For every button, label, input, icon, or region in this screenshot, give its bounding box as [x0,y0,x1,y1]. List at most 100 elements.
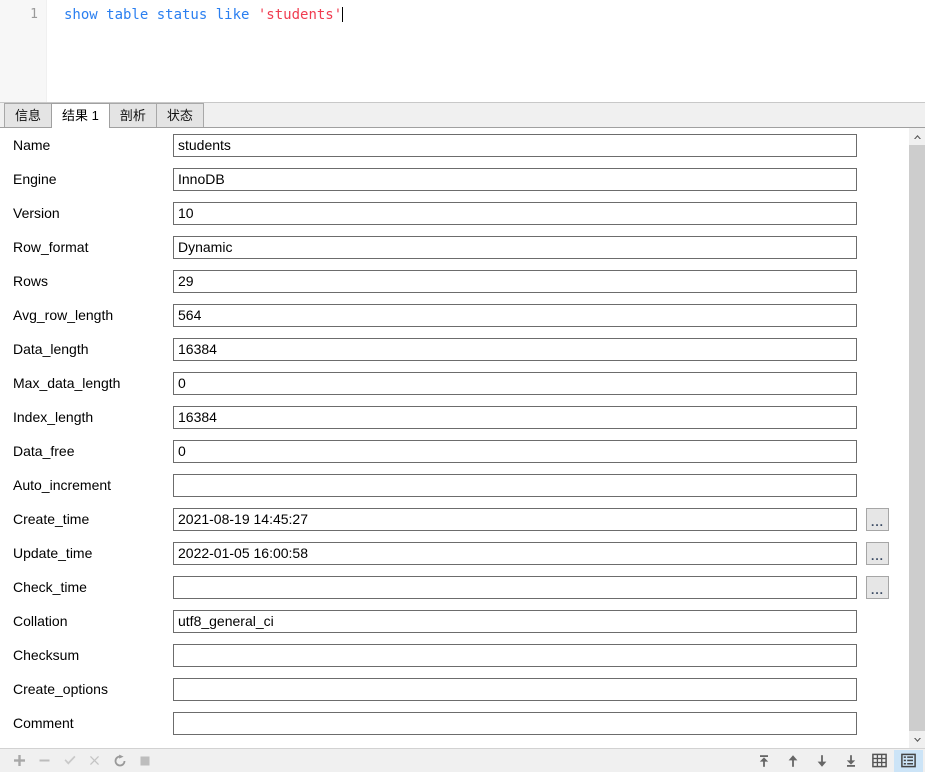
record-edit-buttons [0,750,157,772]
check-time-ellipsis-button[interactable]: ... [866,575,889,599]
field-label-max-data-length: Max_data_length [13,375,121,391]
field-value-rows[interactable]: 29 [173,269,857,293]
record-toolbar [0,748,925,772]
prev-record-button[interactable] [778,750,807,772]
vertical-scrollbar[interactable] [908,128,925,748]
form-view-container: Name students Engine InnoDB Version 10 R… [0,128,925,748]
tab-info[interactable]: 信息 [4,103,53,127]
editor-gutter: 1 [0,0,47,102]
field-value-index-length[interactable]: 16384 [173,405,857,429]
chevron-down-icon [914,737,921,742]
form-row-data-free: Data_free 0 [0,434,908,468]
field-label-create-options: Create_options [13,681,108,697]
field-value-row-format[interactable]: Dynamic [173,235,857,259]
chevron-up-icon [914,134,921,139]
scroll-up-button[interactable] [909,128,925,145]
form-row-check-time: Check_time ... [0,570,908,604]
field-value-check-time[interactable] [173,575,857,599]
ellipsis-icon: ... [870,515,884,529]
field-value-auto-increment[interactable] [173,473,857,497]
first-record-button[interactable] [749,750,778,772]
field-value-comment[interactable] [173,711,857,735]
next-record-button[interactable] [807,750,836,772]
scrollbar-track[interactable] [909,145,925,731]
cancel-change-button[interactable] [82,750,107,772]
form-row-collation: Collation utf8_general_ci [0,604,908,638]
line-number: 1 [30,7,38,22]
scroll-down-button[interactable] [909,731,925,748]
field-label-row-format: Row_format [13,239,89,255]
form-row-row-format: Row_format Dynamic [0,230,908,264]
sql-code-line[interactable]: show table status like 'students' [64,6,344,24]
field-label-index-length: Index_length [13,409,94,425]
cross-icon [90,756,99,765]
form-row-index-length: Index_length 16384 [0,400,908,434]
tab-profile[interactable]: 剖析 [108,103,157,127]
form-row-create-options: Create_options [0,672,908,706]
field-label-comment: Comment [13,715,74,731]
form-row-comment: Comment [0,706,908,740]
form-row-rows: Rows 29 [0,264,908,298]
field-value-avg-row-length[interactable]: 564 [173,303,857,327]
result-tab-bar[interactable]: 信息 结果 1 剖析 状态 [0,103,925,128]
scrollbar-thumb[interactable] [909,145,925,731]
minus-icon [39,759,50,762]
field-label-checksum: Checksum [13,647,80,663]
record-navigation-buttons [749,749,925,772]
ellipsis-icon: ... [870,549,884,563]
field-label-engine: Engine [13,171,57,187]
add-record-button[interactable] [7,750,32,772]
form-row-avg-row-length: Avg_row_length 564 [0,298,908,332]
last-record-button[interactable] [836,750,865,772]
update-time-ellipsis-button[interactable]: ... [866,541,889,565]
field-label-data-free: Data_free [13,443,75,459]
stop-icon [140,756,149,765]
field-value-engine[interactable]: InnoDB [173,167,857,191]
form-row-create-time: Create_time 2021-08-19 14:45:27 ... [0,502,908,536]
tab-status[interactable]: 状态 [155,103,204,127]
field-value-collation[interactable]: utf8_general_ci [173,609,857,633]
field-label-rows: Rows [13,273,49,289]
tab-result-1[interactable]: 结果 1 [51,103,110,128]
field-label-create-time: Create_time [13,511,90,527]
field-value-data-free[interactable]: 0 [173,439,857,463]
text-caret [342,7,344,22]
sql-editor[interactable]: 1 show table status like 'students' [0,0,925,103]
field-value-create-time[interactable]: 2021-08-19 14:45:27 [173,507,857,531]
grid-view-button[interactable] [865,750,894,772]
delete-record-button[interactable] [32,750,57,772]
first-record-icon [759,754,768,767]
arrow-down-icon [817,754,826,767]
last-record-icon [846,754,855,767]
sql-keyword-span: show table status like [64,7,258,23]
grid-icon [872,753,887,768]
field-value-version[interactable]: 10 [173,201,857,225]
create-time-ellipsis-button[interactable]: ... [866,507,889,531]
navicat-result-panel: 1 show table status like 'students' 信息 结… [0,0,925,772]
field-value-checksum[interactable] [173,643,857,667]
field-label-name: Name [13,137,51,153]
refresh-button[interactable] [107,750,132,772]
form-field-list: Name students Engine InnoDB Version 10 R… [0,128,908,748]
field-label-check-time: Check_time [13,579,87,595]
field-value-max-data-length[interactable]: 0 [173,371,857,395]
field-label-avg-row-length: Avg_row_length [13,307,114,323]
field-value-update-time[interactable]: 2022-01-05 16:00:58 [173,541,857,565]
form-row-update-time: Update_time 2022-01-05 16:00:58 ... [0,536,908,570]
form-view-button[interactable] [894,749,923,772]
form-icon [901,753,916,768]
field-value-data-length[interactable]: 16384 [173,337,857,361]
form-row-version: Version 10 [0,196,908,230]
field-value-create-options[interactable] [173,677,857,701]
sql-string-span: 'students' [257,7,343,23]
field-label-version: Version [13,205,60,221]
form-row-auto-increment: Auto_increment [0,468,908,502]
field-label-collation: Collation [13,613,68,629]
field-label-auto-increment: Auto_increment [13,477,112,493]
apply-change-button[interactable] [57,750,82,772]
field-value-name[interactable]: students [173,133,857,157]
stop-button[interactable] [132,750,157,772]
refresh-icon [114,754,125,766]
form-row-name: Name students [0,128,908,162]
check-icon [64,755,75,765]
